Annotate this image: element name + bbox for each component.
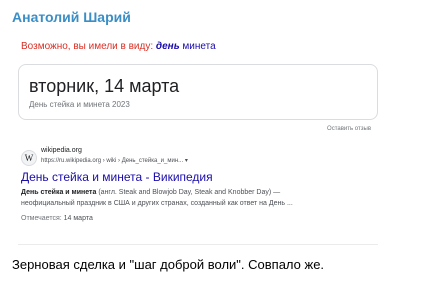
answer-card: вторник, 14 марта День стейка и минета 2…: [18, 64, 378, 120]
noted-value: 14 марта: [63, 215, 93, 222]
divider: [18, 244, 378, 245]
did-you-mean-query-bold: день: [155, 41, 180, 52]
did-you-mean-prefix: Возможно, вы имели в виду:: [21, 41, 156, 52]
result-title-link: День стейка и минета - Википедия: [21, 170, 213, 184]
result-url: https://ru.wikipedia.org › wiki › День_с…: [41, 158, 188, 164]
feedback-link: Оставить отзыв: [327, 126, 371, 132]
result-snippet-line2: неофициальный праздник в США и других ст…: [21, 200, 293, 207]
snippet-bold: День стейка и минета: [21, 189, 97, 196]
answer-card-title: вторник, 14 марта: [29, 76, 180, 96]
result-site: wikipedia.org: [41, 147, 82, 154]
embedded-screenshot[interactable]: Возможно, вы имели в виду: день минета в…: [0, 32, 393, 247]
message-text: Зерновая сделка и "шаг доброй воли". Сов…: [12, 257, 325, 272]
result-noted: Отмечается: 14 марта: [21, 215, 93, 222]
wikipedia-icon: W: [21, 150, 37, 166]
result-snippet-line1: День стейка и минета (англ. Steak and Bl…: [21, 189, 280, 196]
did-you-mean-query-rest: минета: [179, 41, 216, 52]
answer-card-subtitle: День стейка и минета 2023: [29, 100, 130, 109]
sender-name[interactable]: Анатолий Шарий: [12, 9, 131, 25]
message-bubble: Анатолий Шарий Возможно, вы имели в виду…: [0, 0, 425, 286]
noted-prefix: Отмечается:: [21, 215, 64, 222]
did-you-mean: Возможно, вы имели в виду: день минета: [21, 41, 216, 52]
snippet-rest: (англ. Steak and Blowjob Day, Steak and …: [96, 189, 281, 196]
